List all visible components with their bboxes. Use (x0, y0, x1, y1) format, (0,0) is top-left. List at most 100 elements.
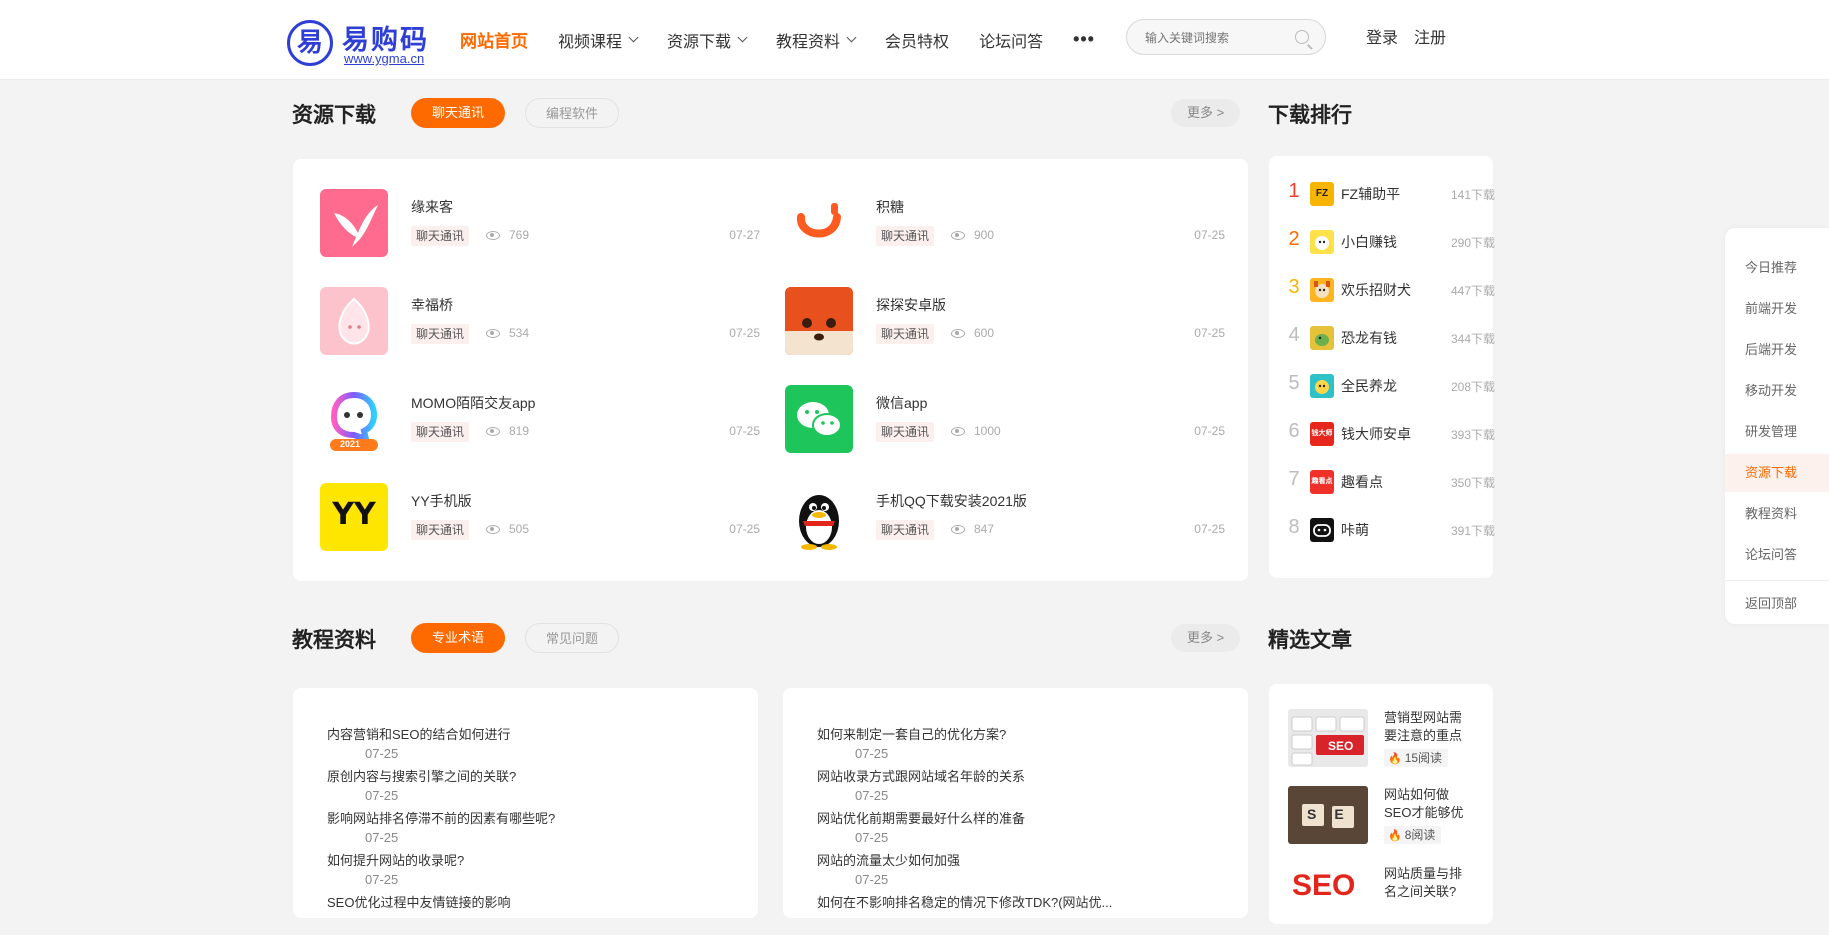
list-item[interactable]: 幸福桥 聊天通讯 534 07-25 (320, 287, 760, 357)
article-link[interactable]: 如何在不影响排名稳定的情况下修改TDK?(网站优... (817, 892, 1112, 911)
eye-icon (951, 525, 965, 534)
tab-programming[interactable]: 编程软件 (525, 98, 619, 128)
article-date: 07-25 (855, 746, 889, 761)
item-name: YY手机版 (411, 493, 472, 509)
tab-chat[interactable]: 聊天通讯 (411, 98, 505, 128)
thumb-se-text: SE (1307, 806, 1362, 822)
nav-vip[interactable]: 会员特权 (885, 28, 949, 52)
float-menu-item[interactable]: 研发管理 (1725, 413, 1829, 451)
article-link[interactable]: 内容营销和SEO的结合如何进行 (327, 724, 510, 743)
rank-row[interactable]: 5 全民养龙 208下载 (1285, 370, 1495, 400)
nav-forum[interactable]: 论坛问答 (979, 28, 1043, 52)
float-menu-item[interactable]: 今日推荐 (1725, 249, 1829, 287)
float-menu-item[interactable]: 教程资料 (1725, 495, 1829, 533)
item-name: 探探安卓版 (876, 297, 946, 313)
register-link[interactable]: 注册 (1414, 30, 1446, 47)
category-tag: 聊天通讯 (411, 324, 470, 344)
nav-resource-download[interactable]: 资源下载 (667, 28, 748, 52)
seo-wood-tiles-thumbnail: SE (1288, 786, 1368, 844)
login-link[interactable]: 登录 (1366, 30, 1398, 47)
search-icon[interactable] (1295, 30, 1309, 44)
rank-row[interactable]: 4 恐龙有钱 344下载 (1285, 322, 1495, 352)
rank-name: 欢乐招财犬 (1341, 282, 1411, 298)
float-menu-item[interactable]: 后端开发 (1725, 331, 1829, 369)
list-item[interactable]: 缘来客 聊天通讯 769 07-27 (320, 189, 760, 259)
app-qq-penguin-icon (785, 483, 853, 551)
ranking-title: 下载排行 (1268, 104, 1352, 127)
article-date: 07-25 (855, 788, 889, 803)
float-menu-item[interactable]: 前端开发 (1725, 290, 1829, 328)
rank-row[interactable]: 3 欢乐招财犬 447下载 (1285, 274, 1495, 304)
item-date: 07-25 (1194, 228, 1225, 242)
tab-faq[interactable]: 常见问题 (525, 623, 619, 653)
site-logo[interactable]: 易 易购码 www.ygma.cn (287, 18, 437, 68)
rank-name: 全民养龙 (1341, 378, 1397, 394)
ranking-card: 1 FZ FZ辅助平 141下载 2 小白赚钱 290下载 3 欢乐招财犬 44… (1269, 156, 1495, 578)
view-count: 900 (974, 228, 995, 242)
back-to-top-button[interactable]: 返回顶部 (1725, 585, 1829, 623)
list-item[interactable]: 积糖 聊天通讯 900 07-25 (785, 189, 1225, 259)
rank-row[interactable]: 1 FZ FZ辅助平 141下载 (1285, 178, 1495, 208)
rank-row[interactable]: 8 咔萌 391下载 (1285, 514, 1495, 544)
list-item[interactable]: 微信app 聊天通讯 1000 07-25 (785, 385, 1225, 455)
tab-terminology[interactable]: 专业术语 (411, 623, 505, 653)
fz-app-icon: FZ (1310, 182, 1334, 206)
seo-keyboard-thumbnail: SEO (1288, 709, 1368, 767)
list-item[interactable]: 探探安卓版 聊天通讯 600 07-25 (785, 287, 1225, 357)
dinosaur-app-icon (1310, 326, 1334, 350)
logo-url[interactable]: www.ygma.cn (344, 51, 424, 66)
article-link[interactable]: 网站收录方式跟网站域名年龄的关系 (817, 766, 1025, 785)
item-name: 手机QQ下载安装2021版 (876, 493, 1027, 509)
rank-name: FZ辅助平 (1341, 186, 1401, 202)
search-box (1126, 19, 1326, 55)
app-fox-icon (785, 287, 853, 355)
rank-row[interactable]: 2 小白赚钱 290下载 (1285, 226, 1495, 256)
nav-tutorials[interactable]: 教程资料 (776, 28, 857, 52)
more-dots-icon[interactable]: ••• (1073, 29, 1095, 50)
float-menu-item-active[interactable]: 资源下载 (1725, 454, 1829, 492)
rank-row[interactable]: 6 钱大师 钱大师安卓 393下载 (1285, 418, 1495, 448)
nav-home[interactable]: 网站首页 (460, 27, 528, 52)
eye-icon (486, 427, 500, 436)
divider (1725, 580, 1829, 581)
article-link[interactable]: 影响网站排名停滞不前的因素有哪些呢? (327, 808, 555, 827)
featured-article-title: 网站如何做SEO才能够优 (1384, 787, 1464, 820)
rank-number: 6 (1288, 420, 1300, 442)
resources-title: 资源下载 (292, 104, 376, 127)
tutorials-more-button[interactable]: 更多 > (1171, 624, 1241, 652)
rank-row[interactable]: 7 趣看点 趣看点 350下载 (1285, 466, 1495, 496)
article-link[interactable]: 网站的流量太少如何加强 (817, 850, 960, 869)
rank-name: 咔萌 (1341, 522, 1369, 538)
float-menu-item[interactable]: 移动开发 (1725, 372, 1829, 410)
thumb-seo-red-text: SEO (1292, 869, 1356, 902)
resources-more-button[interactable]: 更多 > (1171, 99, 1241, 127)
nav-label: 论坛问答 (979, 33, 1044, 51)
article-date: 07-25 (855, 872, 889, 887)
item-date: 07-25 (1194, 522, 1225, 536)
featured-article[interactable]: SE 网站如何做SEO才能够优 🔥 8阅读 (1288, 786, 1468, 856)
featured-article[interactable]: SEO 网站质量与排名之间关联? (1288, 865, 1468, 935)
app-bird-icon (320, 189, 388, 257)
category-tag: 聊天通讯 (876, 226, 935, 246)
nav-video-courses[interactable]: 视频课程 (558, 28, 639, 52)
search-input[interactable] (1145, 28, 1285, 48)
app-jitang-icon (785, 189, 853, 257)
article-link[interactable]: 如何提升网站的收录呢? (327, 850, 464, 869)
float-menu-item[interactable]: 论坛问答 (1725, 536, 1829, 574)
item-name: 幸福桥 (411, 297, 453, 313)
article-link[interactable]: 网站优化前期需要最好什么样的准备 (817, 808, 1025, 827)
nav-label: 会员特权 (885, 33, 950, 51)
article-link[interactable]: 原创内容与搜索引擎之间的关联? (327, 766, 516, 785)
rank-name: 趣看点 (1341, 474, 1383, 490)
list-item[interactable]: 2021 MOMO陌陌交友app 聊天通讯 819 07-25 (320, 385, 760, 455)
category-tag: 聊天通讯 (876, 520, 935, 540)
article-link[interactable]: SEO优化过程中友情链接的影响 (327, 892, 510, 911)
rank-name: 恐龙有钱 (1341, 330, 1397, 346)
rank-number: 7 (1288, 468, 1300, 490)
featured-article[interactable]: SEO 营销型网站需要注意的重点 🔥 15阅读 (1288, 709, 1468, 779)
list-item[interactable]: YY YY手机版 聊天通讯 505 07-25 (320, 483, 760, 553)
list-item[interactable]: 手机QQ下载安装2021版 聊天通讯 847 07-25 (785, 483, 1225, 553)
read-count-value: 8阅读 (1404, 828, 1436, 842)
article-link[interactable]: 如何来制定一套自己的优化方案? (817, 724, 1006, 743)
view-count: 505 (509, 522, 530, 536)
